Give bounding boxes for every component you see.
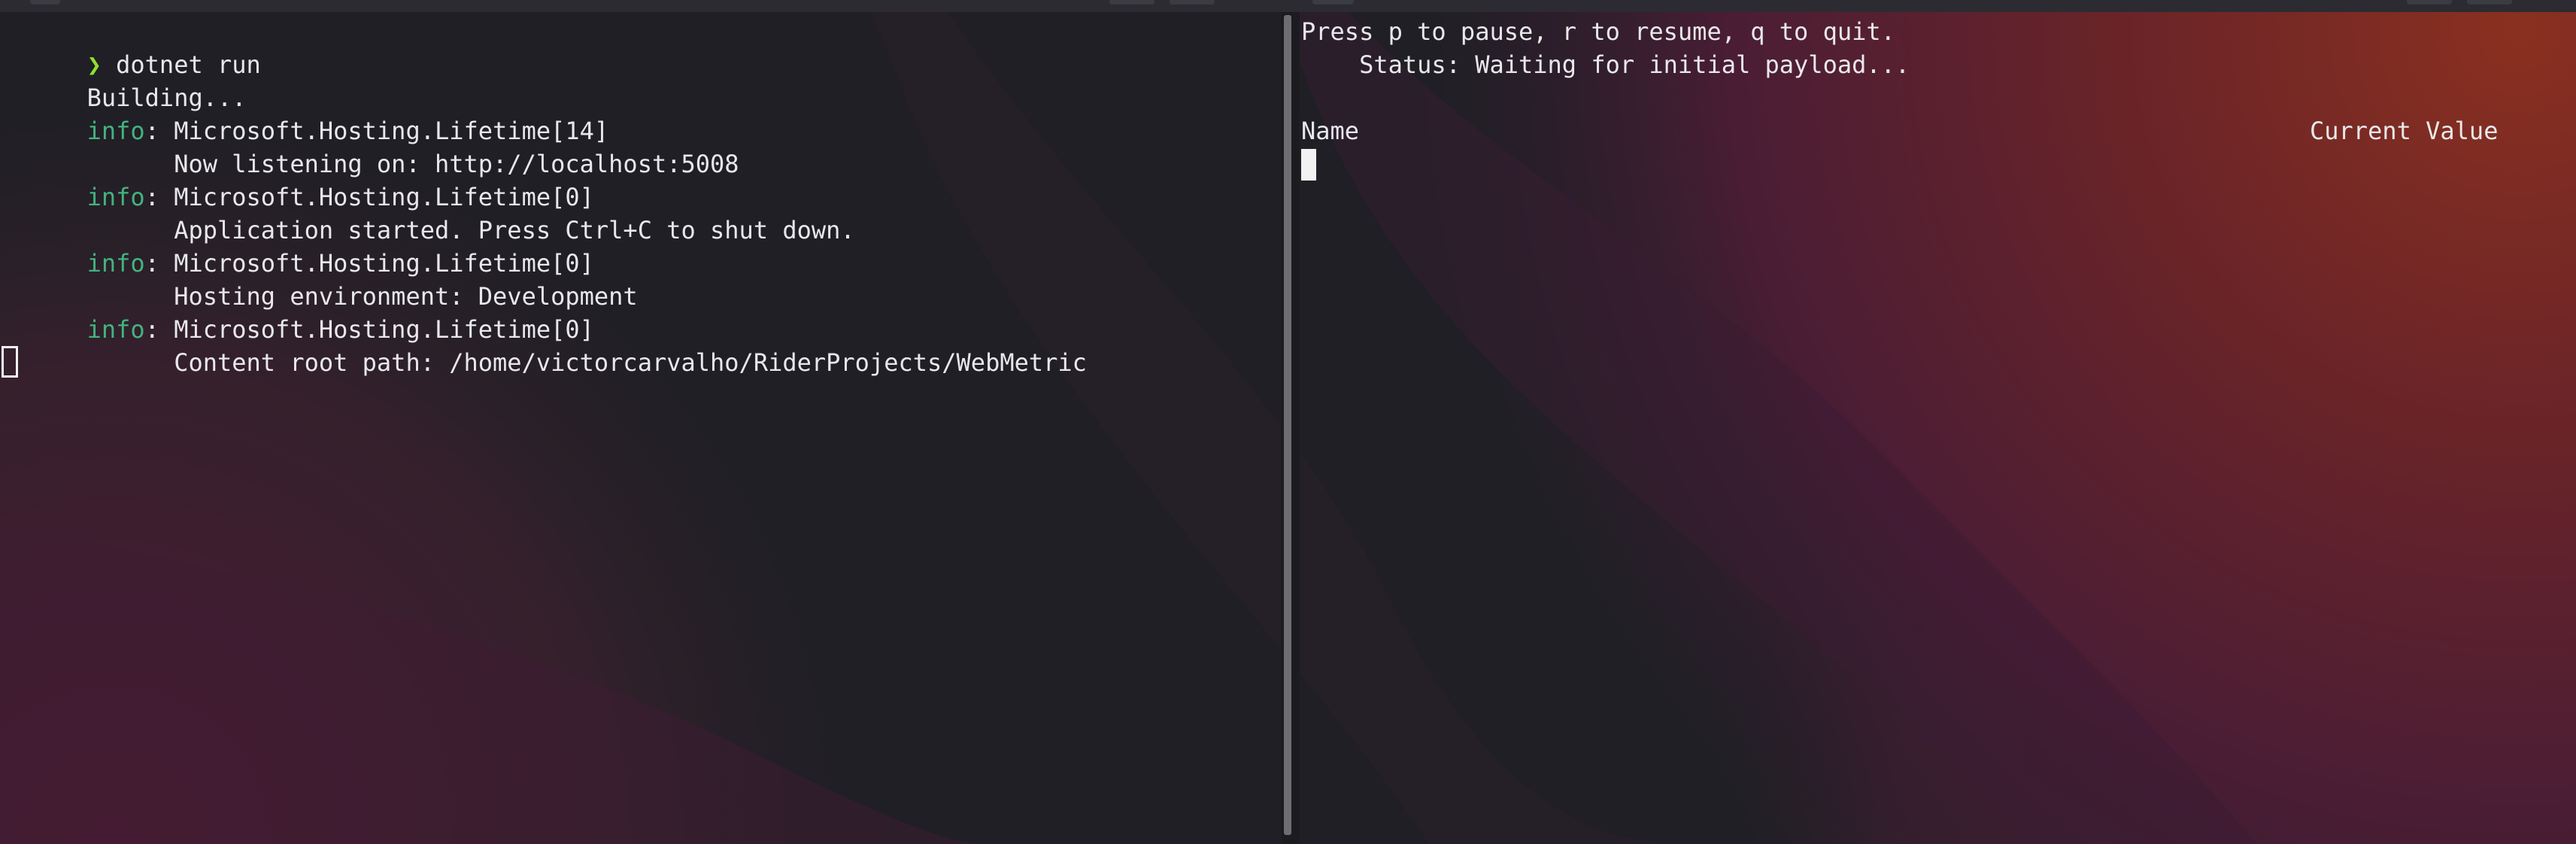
- terminal-cursor: [2, 346, 18, 378]
- output-line: Content root path: /home/victorcarvalho/…: [0, 313, 1087, 377]
- output-line: Hosting environment: Development: [0, 247, 638, 311]
- left-terminal-pane[interactable]: ❯ dotnet run Building... info: Microsoft…: [0, 12, 1281, 844]
- tab-stub[interactable]: [2407, 0, 2452, 5]
- log-line: info: Microsoft.Hosting.Lifetime[0]: [0, 147, 594, 211]
- pane-divider[interactable]: [1281, 12, 1300, 844]
- status-line: Status: Waiting for initial payload...: [1301, 50, 1910, 79]
- terminal-cursor: [1301, 149, 1316, 181]
- column-header-current-value: Current Value: [2310, 117, 2499, 145]
- window-top-strip: [0, 0, 2576, 12]
- tab-stub[interactable]: [1109, 0, 1154, 5]
- tab-stub[interactable]: [30, 0, 60, 5]
- right-terminal-pane[interactable]: Press p to pause, r to resume, q to quit…: [1300, 12, 2576, 844]
- log-line: info: Microsoft.Hosting.Lifetime[0]: [0, 214, 594, 278]
- output-line: Application started. Press Ctrl+C to shu…: [0, 181, 854, 244]
- log-line: info: Microsoft.Hosting.Lifetime[0]: [0, 280, 594, 344]
- tab-stub[interactable]: [1170, 0, 1215, 5]
- output-line: Now listening on: http://localhost:5008: [0, 114, 739, 178]
- terminal-screen: ❯ dotnet run Building... info: Microsoft…: [0, 0, 2576, 844]
- output-text: Content root path: /home/victorcarvalho/…: [86, 348, 1087, 377]
- command-line: ❯ dotnet run: [0, 15, 261, 79]
- scrollbar-thumb[interactable]: [1284, 15, 1291, 835]
- tab-stub[interactable]: [1312, 0, 1354, 5]
- log-line: info: Microsoft.Hosting.Lifetime[14]: [0, 81, 609, 145]
- column-header-name: Name: [1301, 117, 1360, 145]
- tab-stub[interactable]: [2467, 0, 2512, 5]
- help-line: Press p to pause, r to resume, q to quit…: [1301, 17, 1895, 46]
- output-line: Building...: [0, 48, 247, 112]
